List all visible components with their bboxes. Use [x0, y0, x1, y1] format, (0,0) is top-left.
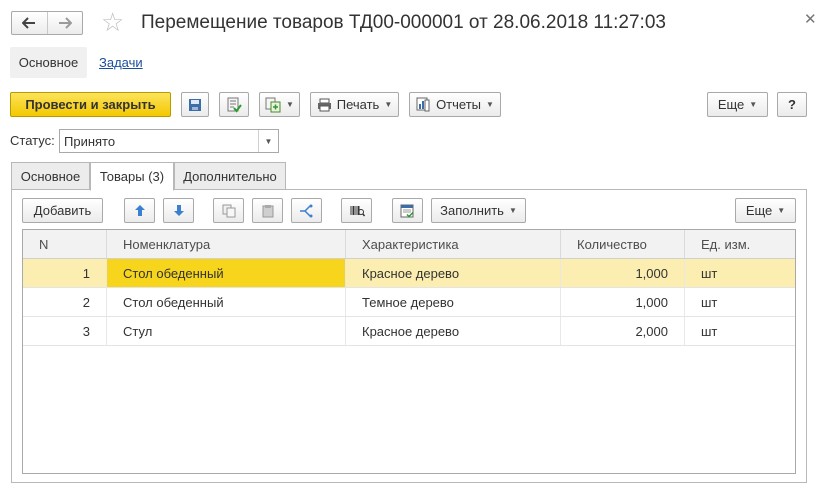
column-header-unit[interactable]: Ед. изм.: [685, 230, 795, 258]
post-and-close-button[interactable]: Провести и закрыть: [10, 92, 171, 117]
barcode-search-button[interactable]: [341, 198, 372, 223]
cell-n: 3: [23, 317, 107, 345]
post-button[interactable]: [219, 92, 249, 117]
cell-item[interactable]: Стол обеденный: [107, 259, 346, 287]
dropdown-caret-icon: ▼: [486, 100, 494, 109]
tab-goods[interactable]: Товары (3): [90, 162, 174, 191]
fill-button[interactable]: Заполнить ▼: [431, 198, 526, 223]
column-header-n[interactable]: N: [23, 230, 107, 258]
paste-button[interactable]: [252, 198, 283, 223]
post-document-icon: [227, 97, 242, 113]
cell-quantity[interactable]: 2,000: [561, 317, 685, 345]
cell-characteristic[interactable]: Красное дерево: [346, 317, 561, 345]
cell-characteristic[interactable]: Темное дерево: [346, 288, 561, 316]
reports-icon: [416, 97, 430, 112]
more-label: Еще: [717, 97, 745, 112]
dropdown-caret-icon: ▼: [286, 100, 294, 109]
table-row[interactable]: 1 Стол обеденный Красное дерево 1,000 шт: [23, 259, 795, 288]
arrow-down-icon: [173, 205, 184, 216]
dropdown-caret-icon: ▼: [777, 206, 786, 215]
column-header-characteristic[interactable]: Характеристика: [346, 230, 561, 258]
print-label: Печать: [336, 97, 380, 112]
save-button[interactable]: [181, 92, 209, 117]
move-up-button[interactable]: [124, 198, 155, 223]
reports-label: Отчеты: [436, 97, 481, 112]
chevron-down-icon[interactable]: ▼: [258, 130, 278, 152]
tab-additional[interactable]: Дополнительно: [174, 162, 286, 190]
create-based-on-icon: [265, 97, 281, 112]
window-title: Перемещение товаров ТД00-000001 от 28.06…: [141, 12, 666, 33]
table-header: N Номенклатура Характеристика Количество…: [23, 230, 795, 259]
cell-n: 2: [23, 288, 107, 316]
tab-main[interactable]: Основное: [11, 162, 90, 190]
reports-button[interactable]: Отчеты ▼: [409, 92, 501, 117]
print-button[interactable]: Печать ▼: [310, 92, 399, 117]
save-icon: [189, 98, 201, 111]
status-value: Принято: [64, 133, 116, 149]
cell-n: 1: [23, 259, 107, 287]
barcode-icon: [350, 205, 365, 216]
fill-label: Заполнить: [440, 203, 504, 218]
nav-tasks-link[interactable]: Задачи: [99, 55, 143, 70]
close-icon[interactable]: ✕: [804, 10, 817, 28]
paste-icon: [262, 204, 273, 217]
forward-arrow-icon[interactable]: [48, 12, 83, 34]
cell-unit[interactable]: шт: [685, 317, 795, 345]
status-label: Статус:: [10, 133, 55, 148]
favorite-star-icon[interactable]: ☆: [101, 8, 124, 36]
column-header-item[interactable]: Номенклатура: [107, 230, 346, 258]
cell-characteristic[interactable]: Красное дерево: [346, 259, 561, 287]
goods-table[interactable]: N Номенклатура Характеристика Количество…: [22, 229, 796, 474]
table-row[interactable]: 2 Стол обеденный Темное дерево 1,000 шт: [23, 288, 795, 317]
column-header-quantity[interactable]: Количество: [561, 230, 685, 258]
dropdown-caret-icon: ▼: [384, 100, 393, 109]
move-down-button[interactable]: [163, 198, 194, 223]
arrow-up-icon: [134, 205, 145, 216]
nav-arrows: [11, 11, 83, 35]
pick-list-icon: [400, 204, 414, 218]
split-icon: [299, 204, 312, 217]
cell-item[interactable]: Стул: [107, 317, 346, 345]
cell-quantity[interactable]: 1,000: [561, 259, 685, 287]
table-row[interactable]: 3 Стул Красное дерево 2,000 шт: [23, 317, 795, 346]
dropdown-caret-icon: ▼: [749, 100, 758, 109]
dropdown-caret-icon: ▼: [508, 206, 517, 215]
status-select[interactable]: Принято ▼: [59, 129, 279, 153]
pick-goods-button[interactable]: [392, 198, 423, 223]
split-row-button[interactable]: [291, 198, 322, 223]
table-more-label: Еще: [745, 203, 773, 218]
nav-main[interactable]: Основное: [10, 47, 87, 78]
create-based-on-button[interactable]: ▼: [259, 92, 300, 117]
back-arrow-icon[interactable]: [12, 12, 48, 34]
copy-icon: [222, 204, 235, 217]
cell-quantity[interactable]: 1,000: [561, 288, 685, 316]
cell-unit[interactable]: шт: [685, 288, 795, 316]
add-row-button[interactable]: Добавить: [22, 198, 103, 223]
cell-item[interactable]: Стол обеденный: [107, 288, 346, 316]
more-button[interactable]: Еще ▼: [707, 92, 768, 117]
help-button[interactable]: ?: [777, 92, 807, 117]
table-more-button[interactable]: Еще ▼: [735, 198, 796, 223]
copy-button[interactable]: [213, 198, 244, 223]
printer-icon: [317, 98, 331, 111]
cell-unit[interactable]: шт: [685, 259, 795, 287]
